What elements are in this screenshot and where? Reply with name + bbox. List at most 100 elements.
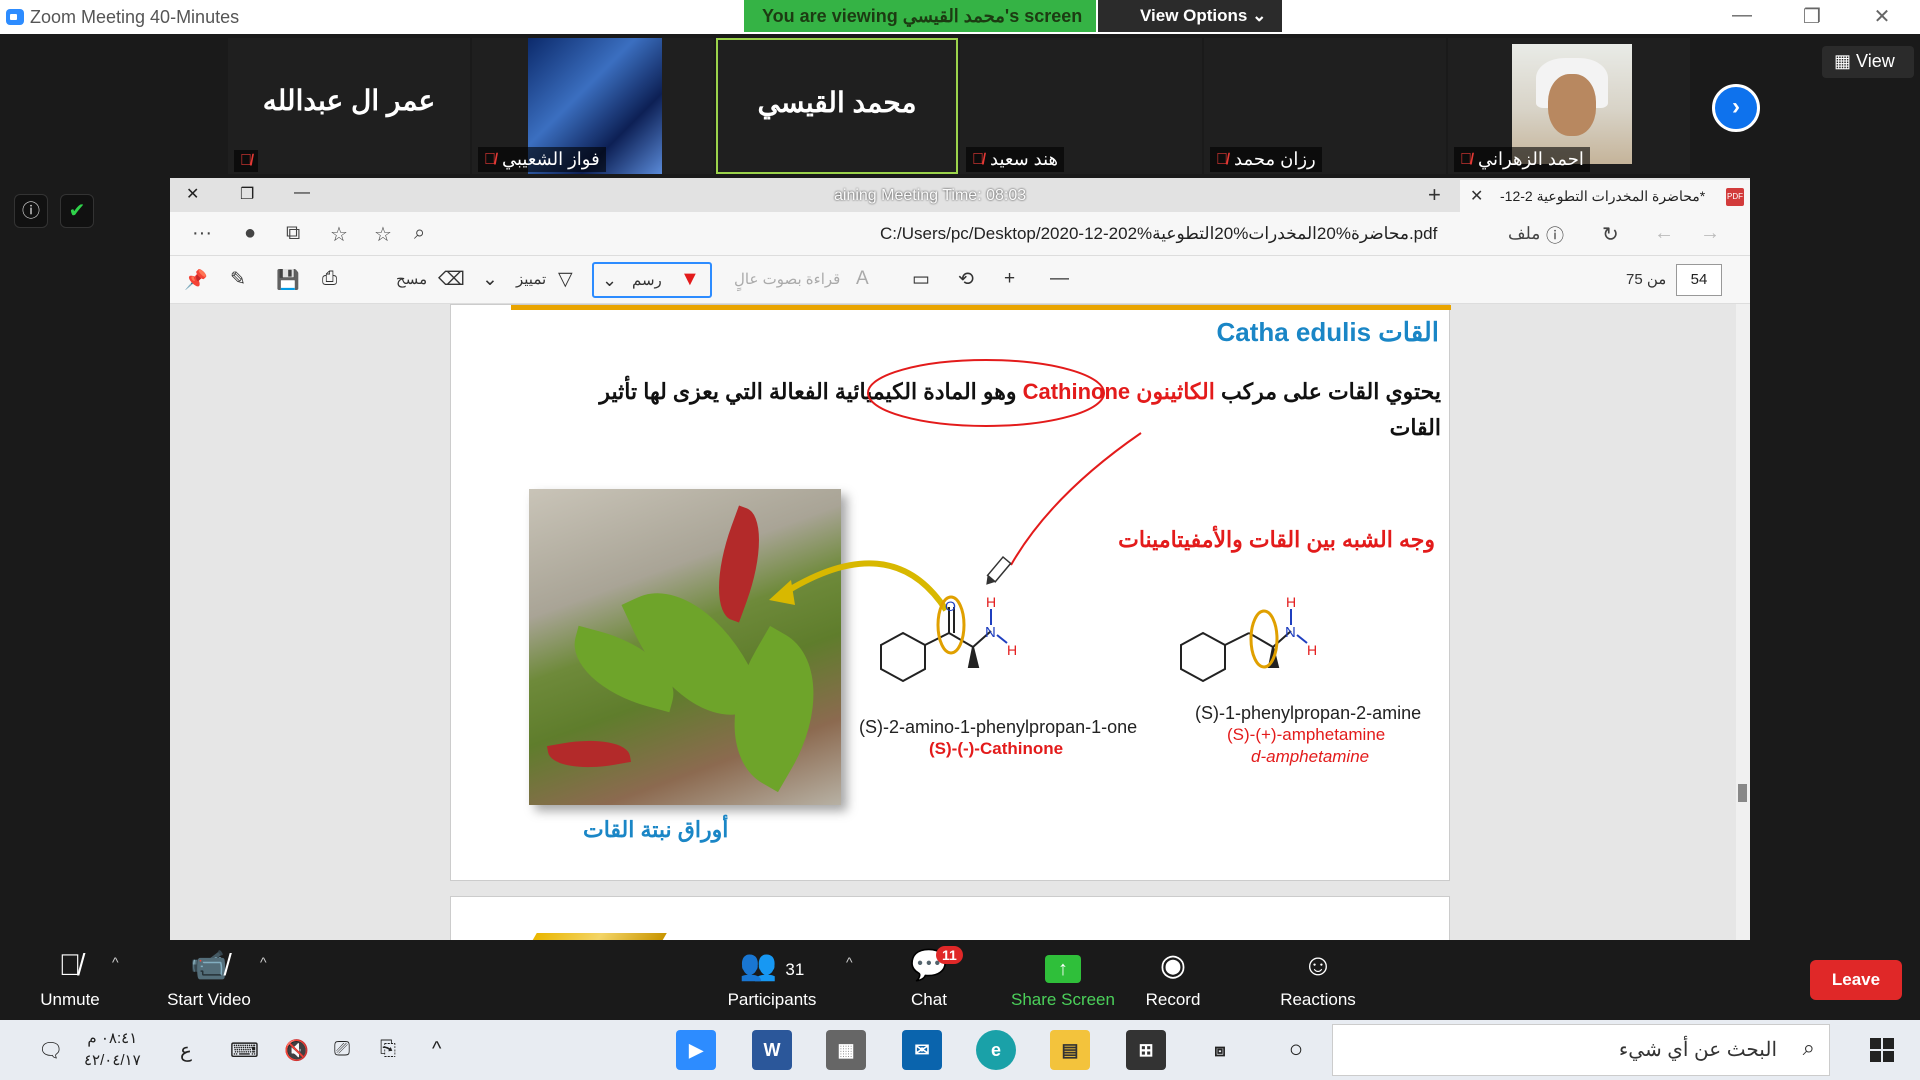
save-icon[interactable]: 💾 (276, 268, 300, 292)
participants-button[interactable]: 👥 31 Participants (720, 946, 824, 1010)
window-title: Zoom Meeting 40-Minutes (30, 7, 240, 27)
draw-button[interactable]: ⌄ رسم ▼ (592, 262, 712, 298)
pdf-viewer[interactable]: Catha edulis القات يحتوي القات على مركب … (170, 304, 1750, 940)
participants-strip: عمر ال عبدالله 🎙̸ 🎙̸ فواز الشعيبي محمد ال… (0, 34, 1920, 176)
view-options-button[interactable]: View Options ⌄ (1098, 0, 1282, 32)
zoom-app-icon[interactable]: ▶ (676, 1030, 716, 1070)
edge-app-icon[interactable]: e (976, 1030, 1016, 1070)
participants-caret-icon[interactable]: ^ (846, 954, 853, 970)
tab-bar: ✕ ❐ — aining Meeting Time: 08:03 + ✕ *مح… (170, 178, 1750, 212)
url-text[interactable]: C:/Users/pc/Desktop/2020-12-202%محاضرة%2… (880, 224, 1437, 244)
participant-tile[interactable]: عمر ال عبدالله 🎙̸ (228, 38, 470, 174)
page-number-input[interactable]: 54 (1676, 264, 1722, 296)
zoom-out-icon[interactable]: — (1050, 268, 1069, 290)
share-screen-button[interactable]: ↑ Share Screen (1008, 946, 1118, 1010)
mail-app-icon[interactable]: ✉ (902, 1030, 942, 1070)
restore-window-icon[interactable]: ❐ (240, 184, 254, 204)
address-bar: ··· ● ⧉ ☆ ☆ ⌕ C:/Users/pc/Desktop/2020-1… (170, 212, 1750, 256)
taskbar-clock[interactable]: ٠٨:٤١ م ٤٢/٠٤/١٧ (84, 1028, 141, 1072)
notification-icon[interactable]: 🗨 (38, 1038, 63, 1063)
video-options-caret-icon[interactable]: ^ (260, 954, 267, 970)
collections-icon[interactable]: ⧉ (286, 222, 300, 245)
profile-icon[interactable]: ● (244, 222, 256, 245)
read-aloud-label[interactable]: قراءة بصوت عالٍ (734, 270, 840, 288)
speaker-muted-icon[interactable]: 🔇 (284, 1038, 309, 1063)
mic-off-icon: 🎙̸ (240, 152, 252, 169)
audio-options-caret-icon[interactable]: ^ (112, 954, 119, 970)
zoom-titlebar: Zoom Meeting 40-Minutes You are viewing … (0, 0, 1920, 34)
system-tray-chevron-icon[interactable]: ^ (432, 1038, 441, 1061)
pin-icon[interactable]: 📌 (184, 268, 208, 292)
highlight-label[interactable]: تمييز (516, 270, 546, 288)
reactions-icon: ☺ (1302, 949, 1334, 982)
task-view-icon[interactable]: ⧈ (1200, 1030, 1240, 1070)
ch2-highlight (1249, 609, 1279, 669)
zoom-search-icon[interactable]: ⌕ (414, 222, 425, 245)
participant-tile-active[interactable]: محمد القيسي (716, 38, 958, 174)
forward-icon[interactable]: → (1700, 222, 1720, 245)
word-app-icon[interactable]: W (752, 1030, 792, 1070)
network-icon[interactable]: ⎘ (380, 1038, 396, 1061)
pencil-cursor-icon (986, 555, 1012, 585)
yellow-arrow-head (769, 580, 795, 605)
fit-page-icon[interactable]: ▭ (912, 268, 930, 291)
scrollbar[interactable] (1736, 304, 1750, 940)
back-icon[interactable]: ← (1654, 222, 1674, 245)
pdf-icon: PDF (1726, 188, 1744, 206)
cortana-icon[interactable]: ○ (1276, 1030, 1316, 1070)
next-page-arrow-icon[interactable]: › (1712, 84, 1760, 132)
info-icon[interactable]: ⓘ (14, 194, 48, 228)
read-aloud-icon[interactable]: A (856, 268, 869, 290)
pdf-page-next (450, 896, 1450, 940)
new-tab-icon[interactable]: + (1428, 182, 1441, 208)
tab-pdf[interactable]: ✕ *محاضرة المخدرات التطوعية 2-12- PDF (1460, 180, 1750, 212)
restore-icon[interactable]: ❐ (1792, 4, 1832, 29)
participant-label: 🎙̸ هند سعيد (966, 147, 1065, 172)
favorites-icon[interactable]: ☆ (330, 222, 348, 247)
close-window-icon[interactable]: ✕ (186, 184, 199, 204)
scroll-thumb[interactable] (1738, 784, 1747, 802)
cathinone-atom-O: O (945, 598, 956, 614)
add-favorite-icon[interactable]: ☆ (374, 222, 392, 247)
minimize-window-icon[interactable]: — (294, 184, 310, 202)
eraser-icon[interactable]: ⌫ (438, 268, 465, 291)
participant-tile[interactable]: 🎙̸ هند سعيد (960, 38, 1202, 174)
calculator-app-icon[interactable]: ▦ (826, 1030, 866, 1070)
view-button[interactable]: ▦ View (1822, 46, 1914, 78)
tab-close-icon[interactable]: ✕ (1470, 186, 1483, 206)
close-icon[interactable]: ✕ (1862, 4, 1902, 29)
highlight-icon[interactable]: ▽ (558, 268, 573, 291)
taskbar-search-box[interactable]: البحث عن أي شيء ⌕ (1332, 1024, 1830, 1076)
draw-dropdown-icon[interactable]: ⌄ (602, 270, 617, 291)
rotate-icon[interactable]: ⟲ (958, 268, 974, 291)
file-explorer-icon[interactable]: ▤ (1050, 1030, 1090, 1070)
participant-name: عمر ال عبدالله (262, 85, 436, 116)
store-app-icon[interactable]: ⊞ (1126, 1030, 1166, 1070)
record-button[interactable]: ◉ Record (1132, 946, 1214, 1010)
minimize-icon[interactable]: — (1722, 4, 1762, 27)
annotate-icon[interactable]: ✎ (230, 268, 246, 291)
participant-tile[interactable]: 🎙̸ رزان محمد (1204, 38, 1446, 174)
d-amphetamine-label: d-amphetamine (1251, 747, 1370, 766)
windows-start-icon[interactable] (1870, 1038, 1894, 1062)
search-input[interactable]: البحث عن أي شيء (1619, 1037, 1777, 1062)
security-shield-icon[interactable]: ✔ (60, 194, 94, 228)
screen-record-icon[interactable]: ⎚ (334, 1038, 350, 1061)
language-indicator[interactable]: ع (180, 1038, 192, 1063)
mic-off-icon: 🎙̸ (1460, 150, 1472, 168)
erase-label[interactable]: مسح (396, 270, 427, 288)
start-video-button[interactable]: 📹̸ Start Video (156, 946, 262, 1010)
refresh-icon[interactable]: ↻ (1602, 222, 1619, 247)
unmute-button[interactable]: 🎙̸ Unmute (30, 946, 110, 1010)
amphetamine-label: (S)-(+)-amphetamine (1227, 725, 1386, 744)
highlight-dropdown-icon[interactable]: ⌄ (482, 268, 498, 291)
participant-tile[interactable]: 🎙̸ فواز الشعيبي (472, 38, 714, 174)
keyboard-icon[interactable]: ⌨ (230, 1038, 259, 1063)
reactions-button[interactable]: ☺ Reactions (1276, 946, 1360, 1010)
participant-tile[interactable]: 🎙̸ احمد الزهراني (1448, 38, 1690, 174)
more-icon[interactable]: ··· (192, 222, 212, 245)
zoom-in-icon[interactable]: + (1004, 268, 1015, 290)
leave-button[interactable]: Leave (1810, 960, 1902, 1000)
site-info-icon[interactable]: ⓘ (1546, 222, 1564, 248)
print-icon[interactable]: ⎙ (322, 268, 337, 290)
